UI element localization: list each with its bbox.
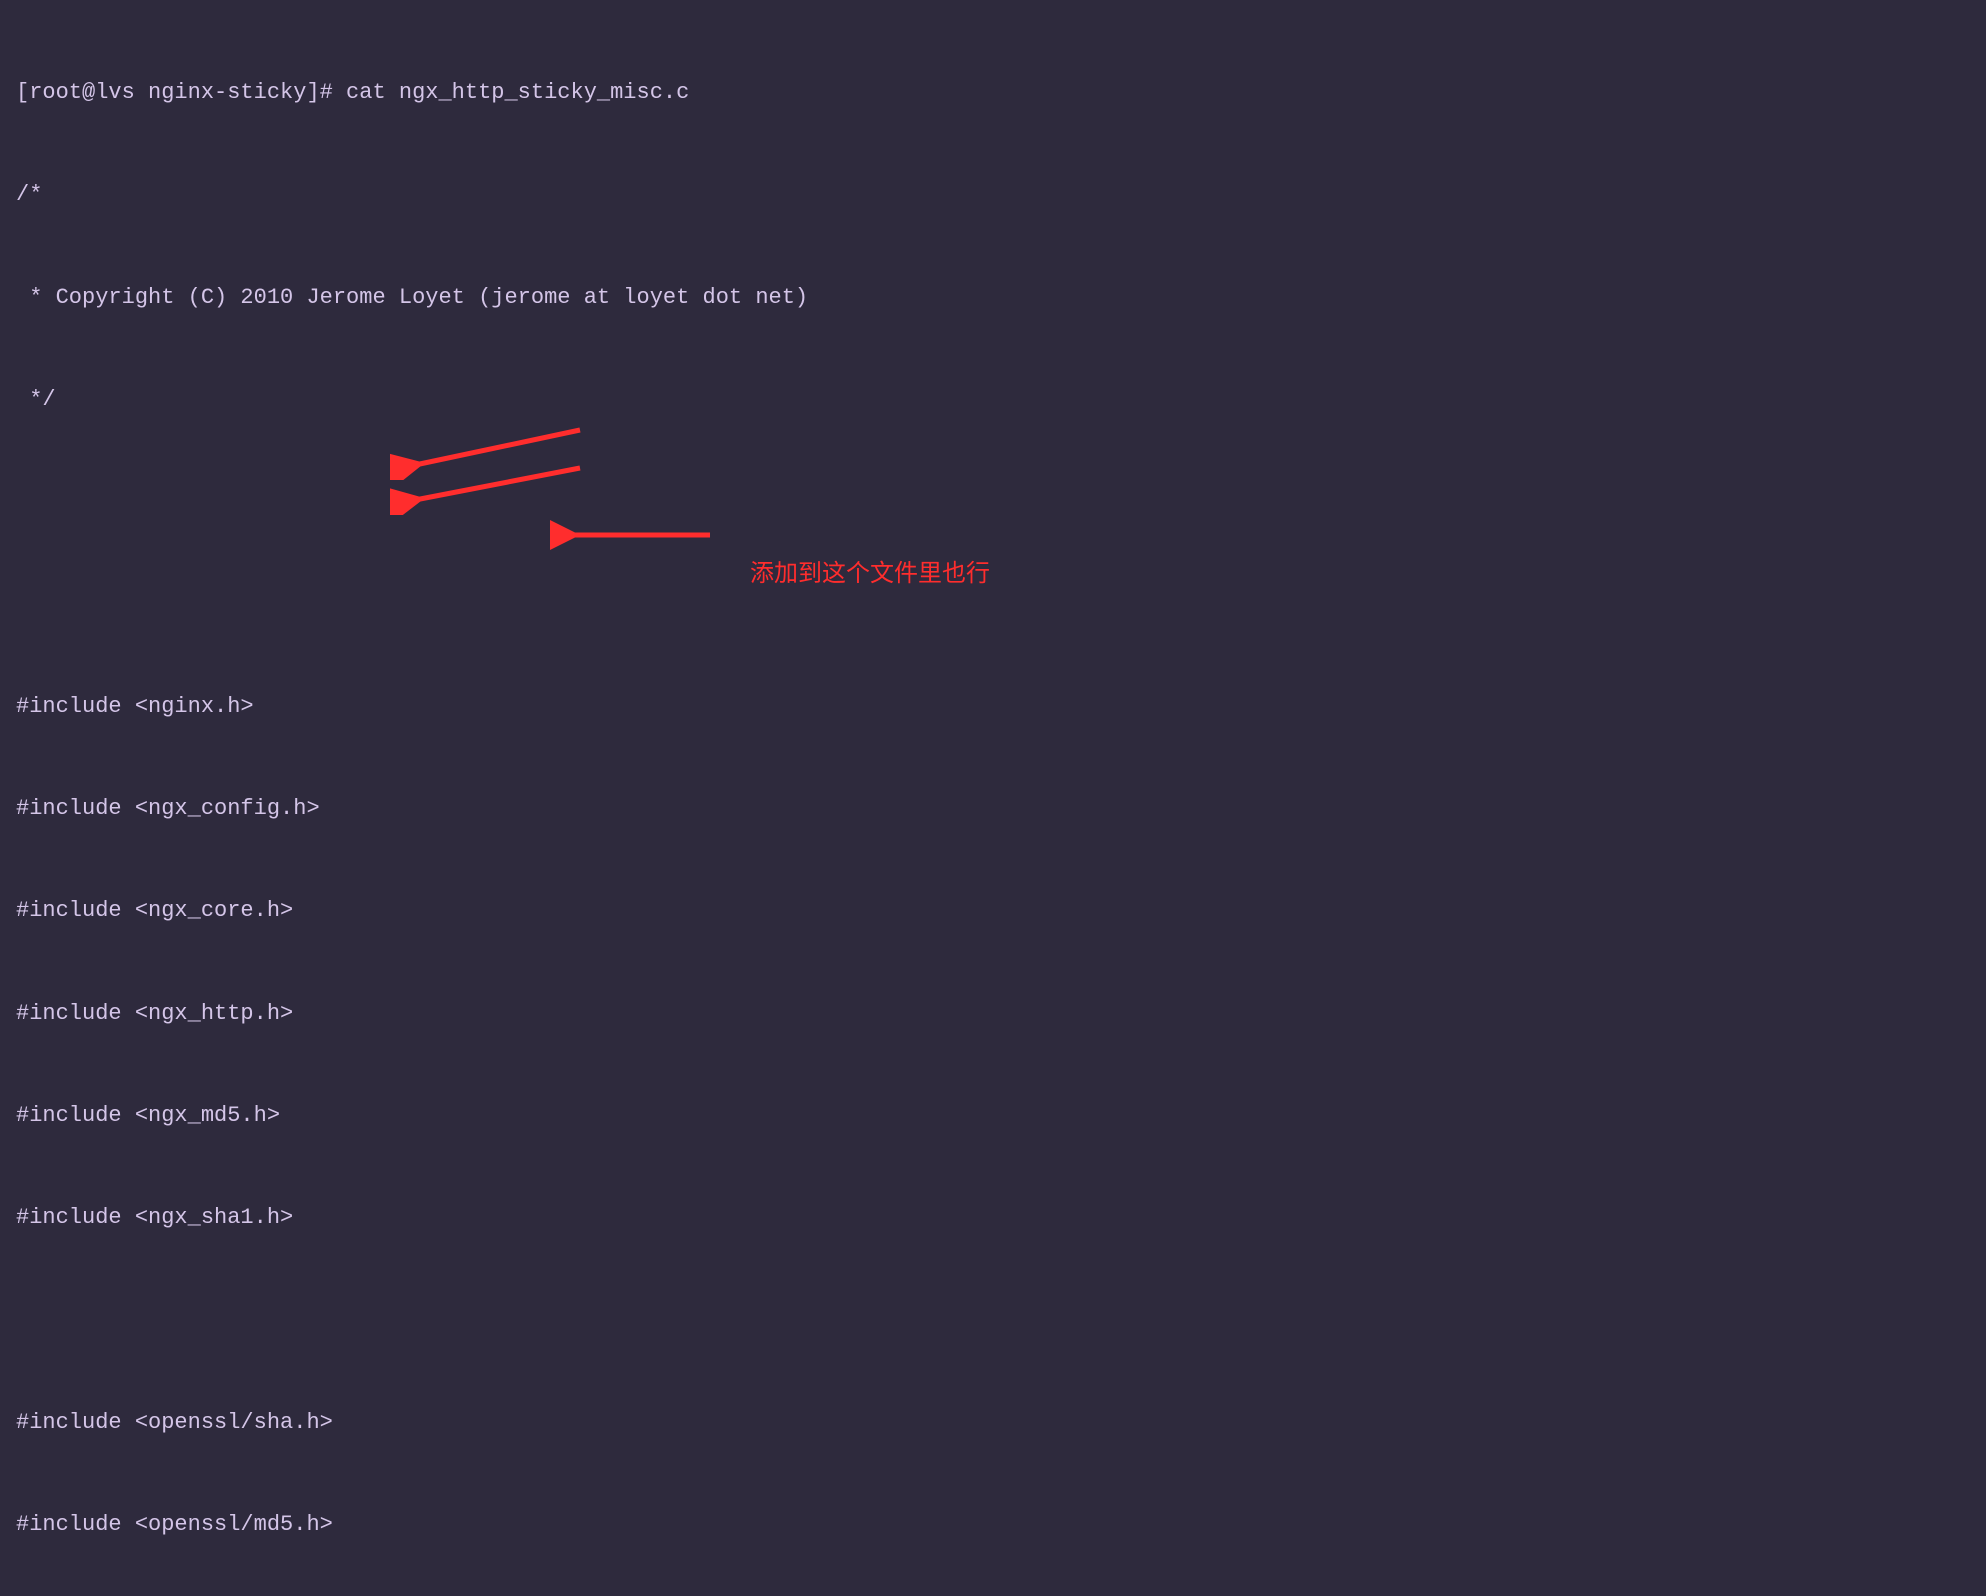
code-line: #include <ngx_md5.h> [16,1099,1970,1133]
code-line: * Copyright (C) 2010 Jerome Loyet (jerom… [16,281,1970,315]
code-line [16,485,1970,519]
code-line: #include <ngx_core.h> [16,894,1970,928]
code-line: /* [16,178,1970,212]
code-line: #include <ngx_config.h> [16,792,1970,826]
code-line [16,1304,1970,1338]
prompt-line: [root@lvs nginx-sticky]# cat ngx_http_st… [16,76,1970,110]
code-line: #include <ngx_sha1.h> [16,1201,1970,1235]
code-line: */ [16,383,1970,417]
code-line: #include <openssl/md5.h> [16,1508,1970,1542]
terminal-output: [root@lvs nginx-sticky]# cat ngx_http_st… [16,8,1970,1596]
code-line: #include <nginx.h> [16,690,1970,724]
code-line [16,588,1970,622]
code-line: #include <openssl/sha.h> [16,1406,1970,1440]
code-line: #include <ngx_http.h> [16,997,1970,1031]
